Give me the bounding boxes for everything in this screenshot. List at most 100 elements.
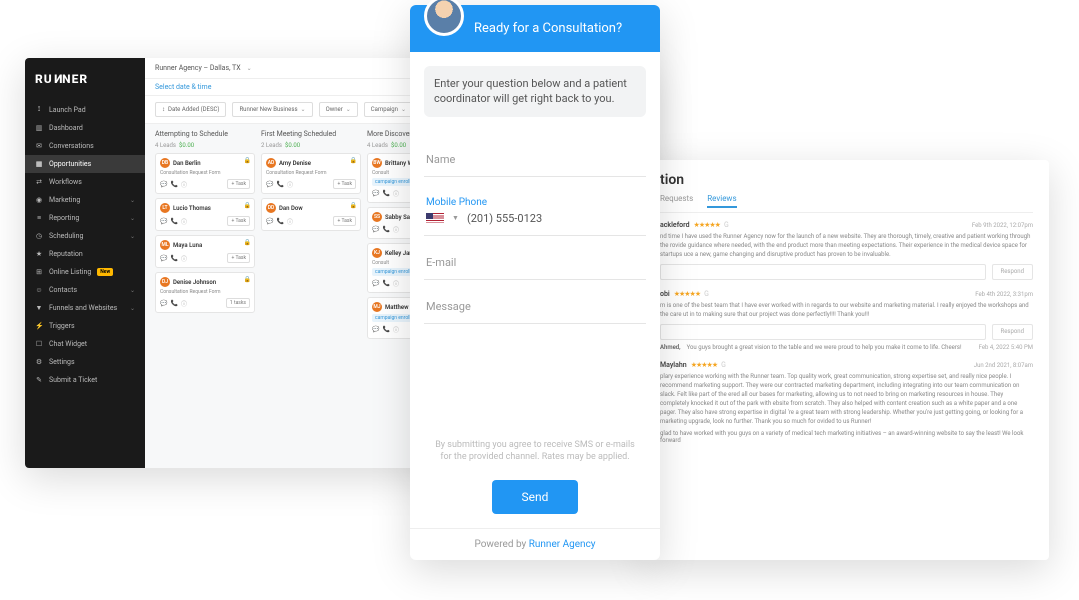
info-icon[interactable]: ⓘ bbox=[393, 325, 399, 334]
reply-input[interactable] bbox=[660, 264, 986, 280]
sidebar-item-marketing[interactable]: ◉Marketing⌄ bbox=[25, 191, 145, 209]
filter-campaign[interactable]: Campaign⌄ bbox=[364, 102, 413, 117]
chat-icon[interactable]: 💬 bbox=[160, 181, 167, 188]
sidebar-item-submit-a-ticket[interactable]: ✎Submit a Ticket bbox=[25, 371, 145, 389]
task-button[interactable]: + Task bbox=[333, 179, 356, 189]
phone-icon[interactable]: 📞 bbox=[382, 326, 389, 333]
info-icon[interactable]: ⓘ bbox=[181, 299, 187, 308]
lock-icon: 🔒 bbox=[244, 239, 251, 246]
location-dropdown[interactable]: Runner Agency – Dallas, TX bbox=[155, 64, 241, 72]
column-subtitle: 2 Leads $0.00 bbox=[261, 142, 361, 149]
info-icon[interactable]: ⓘ bbox=[181, 180, 187, 189]
chat-icon[interactable]: 💬 bbox=[372, 226, 379, 233]
new-badge: New bbox=[97, 268, 113, 276]
info-icon[interactable]: ⓘ bbox=[393, 189, 399, 198]
settings-icon: ⚙ bbox=[35, 358, 43, 366]
task-button[interactable]: + Task bbox=[227, 253, 250, 263]
avatar: AD bbox=[266, 158, 276, 168]
avatar: DB bbox=[160, 158, 170, 168]
lead-card[interactable]: 🔒MLMaya Luna💬📞ⓘ+ Task bbox=[155, 235, 255, 268]
sidebar-item-chat-widget[interactable]: ☐Chat Widget bbox=[25, 335, 145, 353]
chat-icon[interactable]: 💬 bbox=[266, 218, 273, 225]
filter-date-added-desc-[interactable]: ↕Date Added (DESC) bbox=[155, 102, 226, 117]
column-subtitle: 4 Leads $0.00 bbox=[155, 142, 255, 149]
filter-runner-new-business[interactable]: Runner New Business⌄ bbox=[232, 102, 312, 117]
phone-value[interactable]: (201) 555-0123 bbox=[467, 212, 542, 225]
avatar: MJ bbox=[372, 302, 382, 312]
chat-header: Ready for a Consultation? bbox=[410, 5, 660, 52]
task-button[interactable]: + Task bbox=[227, 179, 250, 189]
review-date: Feb 4th 2022, 3:31pm bbox=[975, 291, 1033, 298]
phone-icon[interactable]: 📞 bbox=[170, 181, 177, 188]
sidebar-item-launch-pad[interactable]: ⟟Launch Pad bbox=[25, 100, 145, 119]
phone-icon[interactable]: 📞 bbox=[276, 181, 283, 188]
tab-reviews[interactable]: Reviews bbox=[707, 194, 736, 208]
chat-icon[interactable]: 💬 bbox=[160, 255, 167, 262]
lead-card[interactable]: 🔒ADAmy DeniseConsultation Request Form💬📞… bbox=[261, 153, 361, 194]
task-button[interactable]: + Task bbox=[333, 216, 356, 226]
email-field[interactable]: E-mail bbox=[424, 246, 646, 280]
avatar: SS bbox=[372, 212, 382, 222]
sidebar-item-dashboard[interactable]: ▥Dashboard bbox=[25, 119, 145, 137]
chat-icon[interactable]: 💬 bbox=[372, 326, 379, 333]
chat-title: Ready for a Consultation? bbox=[474, 21, 622, 36]
task-button[interactable]: + Task bbox=[227, 216, 250, 226]
avatar bbox=[424, 0, 464, 36]
lead-card[interactable]: 🔒DBDan BerlinConsultation Request Form💬📞… bbox=[155, 153, 255, 194]
avatar: ML bbox=[160, 240, 170, 250]
sidebar-item-triggers[interactable]: ⚡Triggers bbox=[25, 317, 145, 335]
chevron-down-icon: ⌄ bbox=[130, 215, 135, 222]
sidebar-item-label: Reputation bbox=[49, 250, 83, 258]
disclaimer: By submitting you agree to receive SMS o… bbox=[424, 439, 646, 464]
sidebar-item-opportunities[interactable]: ▦Opportunities bbox=[25, 155, 145, 173]
chat-icon[interactable]: 💬 bbox=[372, 280, 379, 287]
triggers-icon: ⚡ bbox=[35, 322, 43, 330]
chat-icon[interactable]: 💬 bbox=[160, 218, 167, 225]
phone-icon[interactable]: 📞 bbox=[170, 300, 177, 307]
chevron-down-icon: ⌄ bbox=[130, 233, 135, 240]
chevron-down-icon: ⌄ bbox=[346, 106, 351, 113]
tab-requests[interactable]: Requests bbox=[660, 194, 693, 208]
sidebar-item-scheduling[interactable]: ◷Scheduling⌄ bbox=[25, 227, 145, 245]
sidebar-item-conversations[interactable]: ✉Conversations bbox=[25, 137, 145, 155]
chat-icon[interactable]: 💬 bbox=[160, 300, 167, 307]
sidebar-item-workflows[interactable]: ⇄Workflows bbox=[25, 173, 145, 191]
chat-icon[interactable]: 💬 bbox=[266, 181, 273, 188]
flag-icon[interactable] bbox=[426, 213, 444, 224]
lead-card[interactable]: 🔒DDDan Dow💬📞ⓘ+ Task bbox=[261, 198, 361, 231]
respond-button[interactable]: Respond bbox=[992, 324, 1033, 340]
phone-icon[interactable]: 📞 bbox=[170, 255, 177, 262]
select-date-tab[interactable]: Select date & time bbox=[155, 83, 211, 91]
sidebar-item-contacts[interactable]: ☺Contacts⌄ bbox=[25, 281, 145, 299]
message-field[interactable]: Message bbox=[424, 290, 646, 324]
workflows-icon: ⇄ bbox=[35, 178, 43, 186]
respond-button[interactable]: Respond bbox=[992, 264, 1033, 280]
info-icon[interactable]: ⓘ bbox=[287, 180, 293, 189]
info-icon[interactable]: ⓘ bbox=[393, 279, 399, 288]
sidebar-item-reporting[interactable]: ≡Reporting⌄ bbox=[25, 209, 145, 227]
phone-icon[interactable]: 📞 bbox=[382, 280, 389, 287]
reply-input[interactable] bbox=[660, 324, 986, 340]
info-icon[interactable]: ⓘ bbox=[287, 217, 293, 226]
task-button[interactable]: 1 tasks bbox=[226, 298, 250, 308]
phone-icon[interactable]: 📞 bbox=[170, 218, 177, 225]
brand-link[interactable]: Runner Agency bbox=[529, 539, 596, 550]
filter-owner[interactable]: Owner⌄ bbox=[319, 102, 358, 117]
phone-icon[interactable]: 📞 bbox=[382, 226, 389, 233]
lead-card[interactable]: 🔒DJDenise JohnsonConsultation Request Fo… bbox=[155, 272, 255, 313]
sidebar-item-settings[interactable]: ⚙Settings bbox=[25, 353, 145, 371]
phone-icon[interactable]: 📞 bbox=[276, 218, 283, 225]
phone-field[interactable]: Mobile Phone ▼ (201) 555-0123 bbox=[424, 187, 646, 236]
phone-icon[interactable]: 📞 bbox=[382, 190, 389, 197]
info-icon[interactable]: ⓘ bbox=[393, 225, 399, 234]
filter-label: Date Added (DESC) bbox=[168, 106, 219, 113]
chat-icon[interactable]: 💬 bbox=[372, 190, 379, 197]
info-icon[interactable]: ⓘ bbox=[181, 217, 187, 226]
sidebar-item-funnels-and-websites[interactable]: ▼Funnels and Websites⌄ bbox=[25, 299, 145, 317]
send-button[interactable]: Send bbox=[492, 480, 579, 514]
name-field[interactable]: Name bbox=[424, 143, 646, 177]
info-icon[interactable]: ⓘ bbox=[181, 254, 187, 263]
lead-card[interactable]: 🔒LTLucio Thomas💬📞ⓘ+ Task bbox=[155, 198, 255, 231]
sidebar-item-online-listing[interactable]: ⊞Online ListingNew bbox=[25, 263, 145, 281]
sidebar-item-reputation[interactable]: ★Reputation bbox=[25, 245, 145, 263]
